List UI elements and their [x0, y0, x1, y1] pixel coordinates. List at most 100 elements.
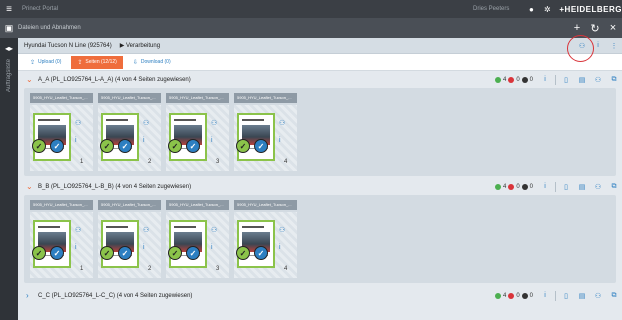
assign-user-icon[interactable]: ⚇	[279, 226, 285, 234]
page-filename: 5905_HYU_Leaflet_Tucson_...	[166, 93, 229, 103]
info-icon[interactable]: i	[143, 137, 145, 144]
chevron-down-icon[interactable]: ⌄	[26, 182, 38, 191]
approved-check-icon: ✓	[186, 139, 200, 153]
section-title: Dateien und Abnahmen	[18, 25, 81, 31]
group-header[interactable]: › C_C (PL_LO925764_L-C_C) (4 von 4 Seite…	[18, 287, 622, 304]
pending-status-icon	[521, 292, 528, 299]
assign-user-icon[interactable]: ⚇	[590, 76, 606, 84]
error-status-icon	[508, 76, 515, 83]
page-number: 2	[148, 266, 152, 272]
assign-user-icon[interactable]: ⚇	[211, 226, 217, 234]
page-thumbnail[interactable]	[169, 220, 207, 268]
app-title: Prinect Portal	[22, 6, 59, 12]
group-header[interactable]: ⌄ B_B (PL_LO925764_L-B_B) (4 von 4 Seite…	[18, 178, 622, 195]
close-icon[interactable]: ×	[604, 22, 622, 34]
document-icon[interactable]: ▯	[558, 76, 574, 84]
info-icon[interactable]: i	[279, 137, 281, 144]
assign-user-icon[interactable]: ⚇	[143, 119, 149, 127]
assign-user-icon[interactable]: ⚇	[590, 292, 606, 300]
assign-user-icon[interactable]: ⚇	[75, 226, 81, 234]
page-card[interactable]: 5905_HYU_Leaflet_Tucson_... ⚇ i 2 ✓ ✓	[98, 200, 161, 280]
page-filename: 5905_HYU_Leaflet_Tucson_...	[234, 93, 297, 103]
page-card[interactable]: 5905_HYU_Leaflet_Tucson_... ⚇ i 3 ✓ ✓	[166, 200, 229, 280]
page-card[interactable]: 5905_HYU_Leaflet_Tucson_... ⚇ i 1 ✓ ✓	[30, 93, 93, 173]
assign-user-icon[interactable]: ⚇	[143, 226, 149, 234]
document-icon[interactable]: ▯	[558, 183, 574, 191]
chevron-right-icon[interactable]: ›	[26, 291, 38, 300]
tab-upload[interactable]: ⇪ Upload (0)	[24, 56, 67, 69]
approved-check-icon: ✓	[186, 246, 200, 260]
pending-status-icon	[521, 76, 528, 83]
check-icon: ✓	[168, 246, 182, 260]
status-counters: 4 0 0	[494, 76, 533, 83]
page-thumbnail[interactable]	[169, 113, 207, 161]
assign-user-icon[interactable]: ⚇	[590, 183, 606, 191]
page-thumbnail[interactable]	[33, 113, 71, 161]
info-icon[interactable]: i	[75, 137, 77, 144]
info-icon[interactable]: i	[75, 244, 77, 251]
pages-area: 5905_HYU_Leaflet_Tucson_... ⚇ i 1 ✓ ✓ 59…	[24, 88, 616, 176]
page-thumbnail[interactable]	[33, 220, 71, 268]
refresh-icon[interactable]: ↻	[586, 22, 604, 35]
add-button[interactable]: +	[568, 22, 586, 34]
user-icon[interactable]: ●	[523, 5, 539, 14]
info-icon[interactable]: i	[537, 183, 553, 190]
group-actions: i ▯ ▤ ⚇ ⧉	[537, 181, 622, 192]
assign-user-icon[interactable]: ⚇	[279, 119, 285, 127]
approve-icon[interactable]: ▤	[574, 76, 590, 84]
page-card[interactable]: 5905_HYU_Leaflet_Tucson_... ⚇ i 3 ✓ ✓	[166, 93, 229, 173]
main-content: Hyundai Tucson N Line (925764) ▶ Verarbe…	[18, 35, 622, 320]
info-icon[interactable]: i	[537, 76, 553, 83]
group-actions: i ▯ ▤ ⚇ ⧉	[537, 290, 622, 301]
check-icon: ✓	[100, 139, 114, 153]
chevron-down-icon[interactable]: ⌄	[26, 75, 38, 84]
info-icon[interactable]: i	[211, 244, 213, 251]
page-thumbnail[interactable]	[237, 220, 275, 268]
layout-icon[interactable]: ⧉	[606, 76, 622, 84]
gear-icon[interactable]: ✲	[539, 5, 555, 14]
page-card[interactable]: 5905_HYU_Leaflet_Tucson_... ⚇ i 2 ✓ ✓	[98, 93, 161, 173]
layout-icon[interactable]: ⧉	[606, 292, 622, 300]
page-card[interactable]: 5905_HYU_Leaflet_Tucson_... ⚇ i 1 ✓ ✓	[30, 200, 93, 280]
error-status-icon	[508, 183, 515, 190]
layout-icon[interactable]: ⧉	[606, 183, 622, 191]
hamburger-menu-icon[interactable]: ≡	[0, 0, 18, 18]
assign-user-icon[interactable]: ⚇	[75, 119, 81, 127]
document-icon[interactable]: ▯	[558, 292, 574, 300]
ok-status-icon	[494, 76, 501, 83]
assign-user-icon[interactable]: ⚇	[211, 119, 217, 127]
approved-check-icon: ✓	[118, 139, 132, 153]
page-number: 4	[284, 159, 288, 165]
ok-status-icon	[494, 292, 501, 299]
pages-area: 5905_HYU_Leaflet_Tucson_... ⚇ i 1 ✓ ✓ 59…	[24, 195, 616, 283]
page-thumbnail[interactable]	[237, 113, 275, 161]
upload-icon: ⇪	[30, 59, 36, 66]
info-icon[interactable]: i	[143, 244, 145, 251]
ok-status-icon	[494, 183, 501, 190]
page-thumbnail[interactable]	[101, 113, 139, 161]
more-icon[interactable]: ⋮	[606, 42, 622, 50]
tab-download[interactable]: ⇩ Download (0)	[127, 56, 177, 69]
info-icon[interactable]: i	[279, 244, 281, 251]
info-icon[interactable]: i	[211, 137, 213, 144]
approve-icon[interactable]: ▤	[574, 292, 590, 300]
page-filename: 5905_HYU_Leaflet_Tucson_...	[98, 93, 161, 103]
page-filename: 5905_HYU_Leaflet_Tucson_...	[166, 200, 229, 210]
approved-check-icon: ✓	[254, 139, 268, 153]
info-icon[interactable]: i	[537, 292, 553, 299]
approved-check-icon: ✓	[254, 246, 268, 260]
download-icon: ⇩	[132, 59, 138, 66]
page-filename: 5905_HYU_Leaflet_Tucson_...	[98, 200, 161, 210]
group-header[interactable]: ⌄ A_A (PL_LO925764_L-A_A) (4 von 4 Seite…	[18, 71, 622, 88]
approve-icon[interactable]: ▤	[574, 183, 590, 191]
tab-pages[interactable]: ⇪ Seiten (12/12)	[71, 55, 123, 69]
secondary-bar: ▣ Dateien und Abnahmen + ↻ ×	[0, 18, 622, 38]
page-card[interactable]: 5905_HYU_Leaflet_Tucson_... ⚇ i 4 ✓ ✓	[234, 200, 297, 280]
highlight-circle	[567, 35, 594, 62]
user-name[interactable]: Dries Peeters	[473, 6, 509, 12]
job-list-label[interactable]: Auftragsliste	[6, 59, 12, 92]
status-counters: 4 0 0	[494, 292, 533, 299]
page-card[interactable]: 5905_HYU_Leaflet_Tucson_... ⚇ i 4 ✓ ✓	[234, 93, 297, 173]
collapse-panel-icon[interactable]: ◂▸	[0, 44, 18, 53]
page-thumbnail[interactable]	[101, 220, 139, 268]
